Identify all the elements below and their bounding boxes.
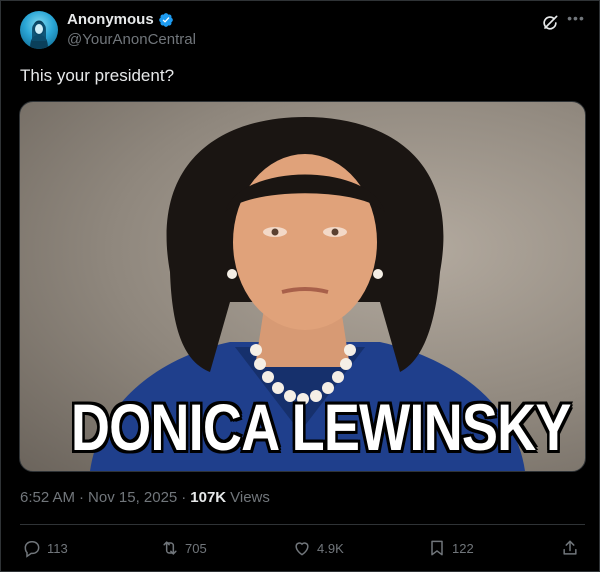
views-count: 107K [190, 489, 227, 506]
verified-badge-icon [158, 12, 173, 27]
meta-separator: · [79, 489, 85, 506]
meta-separator: · [181, 489, 187, 506]
repost-icon [163, 541, 177, 555]
action-bar: 113 705 4.9K 122 [0, 530, 600, 566]
views-label: Views [230, 489, 270, 506]
image-caption: DONICA LEWINSKY [70, 390, 572, 464]
tweet-date[interactable]: Nov 15, 2025 [88, 489, 177, 506]
divider [20, 524, 585, 525]
tweet-image[interactable]: DONICA LEWINSKY [19, 101, 586, 472]
like-count: 4.9K [317, 540, 344, 556]
tweet-time[interactable]: 6:52 AM [20, 489, 75, 506]
like-button[interactable]: 4.9K [292, 538, 344, 558]
repost-button[interactable]: 705 [160, 538, 207, 558]
bookmark-icon [431, 540, 443, 556]
bookmark-count: 122 [452, 540, 474, 556]
tweet-meta: 6:52 AM · Nov 15, 2025 · 107K Views [20, 489, 270, 506]
bookmark-button[interactable]: 122 [427, 538, 474, 558]
avatar[interactable] [20, 11, 58, 49]
share-icon [563, 540, 577, 555]
tweet-text: This your president? [20, 66, 175, 85]
reply-button[interactable]: 113 [22, 538, 68, 558]
reply-icon [24, 541, 40, 558]
author-display-name[interactable]: Anonymous [67, 11, 154, 28]
author-handle[interactable]: @YourAnonCentral [67, 31, 196, 48]
grok-icon[interactable] [540, 13, 560, 33]
more-icon[interactable]: ••• [566, 10, 586, 30]
reply-count: 113 [47, 540, 68, 556]
like-icon [295, 542, 309, 556]
share-button[interactable] [560, 538, 580, 558]
repost-count: 705 [185, 540, 207, 556]
author-name-row[interactable]: Anonymous [67, 11, 174, 28]
